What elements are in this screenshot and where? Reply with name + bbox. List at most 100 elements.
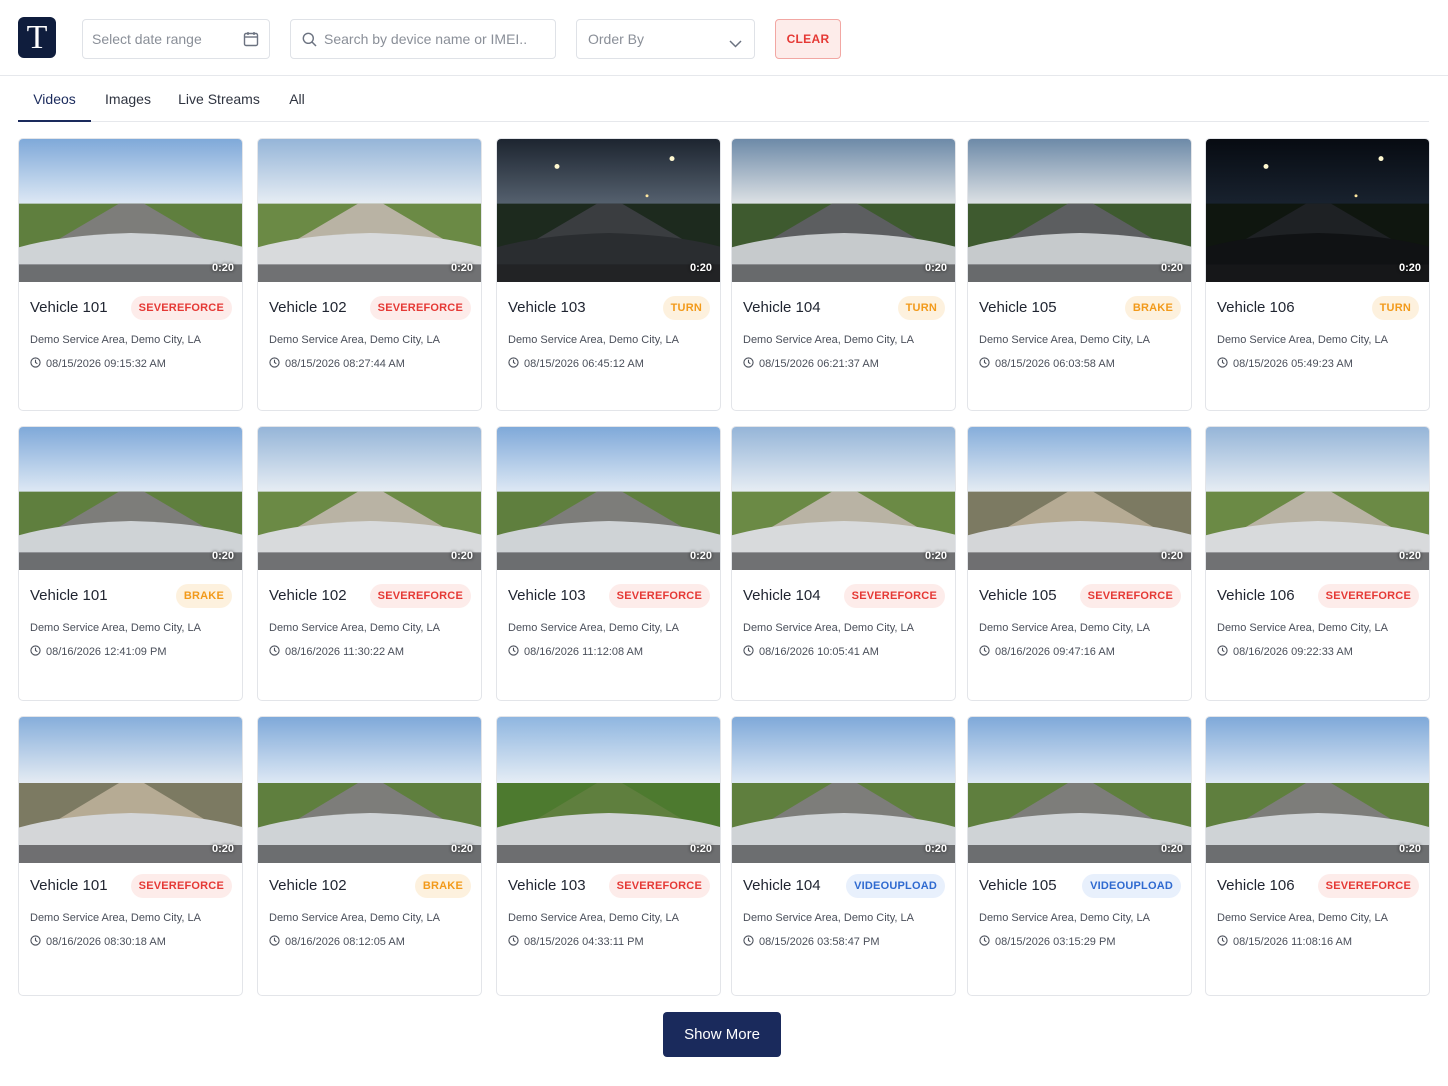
vehicle-name: Vehicle 104: [743, 299, 821, 316]
timestamp: 08/15/2026 06:21:37 AM: [743, 357, 879, 371]
location-text: Demo Service Area, Demo City, LA: [743, 334, 914, 346]
vehicle-name: Vehicle 101: [30, 587, 108, 604]
calendar-icon[interactable]: [243, 31, 259, 50]
vehicle-name: Vehicle 103: [508, 299, 586, 316]
video-card[interactable]: 0:20 Vehicle 106 TURN Demo Service Area, De…: [1205, 138, 1430, 411]
event-type-badge: SEVEREFORCE: [369, 296, 471, 320]
video-thumbnail[interactable]: 0:20: [19, 717, 242, 863]
show-more-button[interactable]: Show More: [663, 1012, 781, 1057]
timestamp-text: 08/15/2026 11:08:16 AM: [1233, 936, 1353, 948]
event-type-badge: BRAKE: [1124, 296, 1181, 320]
timestamp: 08/15/2026 11:08:16 AM: [1217, 935, 1352, 949]
video-card[interactable]: 0:20 Vehicle 105 SEVEREFORCE Demo Service A…: [967, 426, 1192, 701]
video-card[interactable]: 0:20 Vehicle 106 SEVEREFORCE Demo Service A…: [1205, 716, 1430, 996]
video-duration: 0:20: [1398, 843, 1421, 855]
video-card[interactable]: 0:20 Vehicle 106 SEVEREFORCE Demo Service A…: [1205, 426, 1430, 701]
video-card[interactable]: 0:20 Vehicle 101 SEVEREFORCE Demo Service A…: [18, 138, 243, 411]
vehicle-name: Vehicle 104: [743, 587, 821, 604]
video-thumbnail[interactable]: 0:20: [732, 139, 955, 282]
vehicle-name: Vehicle 101: [30, 877, 108, 894]
clock-icon: [508, 645, 524, 659]
video-card[interactable]: 0:20 Vehicle 102 SEVEREFORCE Demo Service A…: [257, 138, 482, 411]
event-type-badge: VIDEOUPLOAD: [846, 874, 945, 898]
clock-icon: [743, 645, 759, 659]
event-type-badge: SEVEREFORCE: [1079, 584, 1181, 608]
vehicle-name: Vehicle 102: [269, 299, 347, 316]
timestamp-text: 08/15/2026 03:58:47 PM: [759, 936, 880, 948]
video-thumbnail[interactable]: 0:20: [1206, 717, 1429, 863]
timestamp-text: 08/15/2026 06:21:37 AM: [759, 358, 879, 370]
event-type-badge: SEVEREFORCE: [608, 874, 710, 898]
vehicle-name: Vehicle 101: [30, 299, 108, 316]
video-thumbnail[interactable]: 0:20: [258, 139, 481, 282]
date-range-picker[interactable]: [82, 19, 270, 59]
video-duration: 0:20: [211, 843, 234, 855]
timestamp: 08/16/2026 08:12:05 AM: [269, 935, 405, 949]
clock-icon: [1217, 645, 1233, 659]
video-card[interactable]: 0:20 Vehicle 101 BRAKE Demo Service Area, D…: [18, 426, 243, 701]
timestamp: 08/15/2026 03:58:47 PM: [743, 935, 879, 949]
location-text: Demo Service Area, Demo City, LA: [269, 334, 440, 346]
order-by-select[interactable]: Order By: [576, 19, 755, 59]
video-card[interactable]: 0:20 Vehicle 105 BRAKE Demo Service Area, D…: [967, 138, 1192, 411]
tab-videos[interactable]: Videos: [18, 78, 91, 122]
video-thumbnail[interactable]: 0:20: [732, 427, 955, 570]
search-input[interactable]: [324, 20, 555, 58]
timestamp-text: 08/15/2026 09:15:32 AM: [46, 358, 166, 370]
video-thumbnail[interactable]: 0:20: [258, 717, 481, 863]
video-thumbnail[interactable]: 0:20: [497, 717, 720, 863]
video-card[interactable]: 0:20 Vehicle 105 VIDEOUPLOAD Demo Service A…: [967, 716, 1192, 996]
timestamp-text: 08/15/2026 08:27:44 AM: [285, 358, 405, 370]
timestamp-text: 08/16/2026 09:47:16 AM: [995, 646, 1115, 658]
timestamp-text: 08/16/2026 08:12:05 AM: [285, 936, 405, 948]
event-type-badge: VIDEOUPLOAD: [1082, 874, 1181, 898]
timestamp: 08/15/2026 06:03:58 AM: [979, 357, 1115, 371]
tab-all[interactable]: All: [281, 78, 313, 122]
video-thumbnail[interactable]: 0:20: [497, 139, 720, 282]
timestamp: 08/15/2026 08:27:44 AM: [269, 357, 405, 371]
video-card[interactable]: 0:20 Vehicle 101 SEVEREFORCE Demo Service A…: [18, 716, 243, 996]
tab-live-streams[interactable]: Live Streams: [172, 78, 266, 122]
video-duration: 0:20: [450, 843, 473, 855]
video-thumbnail[interactable]: 0:20: [1206, 427, 1429, 570]
video-duration: 0:20: [924, 843, 947, 855]
video-card[interactable]: 0:20 Vehicle 103 TURN Demo Service Area, De…: [496, 138, 721, 411]
event-type-badge: SEVEREFORCE: [369, 584, 471, 608]
video-card[interactable]: 0:20 Vehicle 102 BRAKE Demo Service Area, D…: [257, 716, 482, 996]
video-thumbnail[interactable]: 0:20: [258, 427, 481, 570]
video-thumbnail[interactable]: 0:20: [968, 427, 1191, 570]
clear-button[interactable]: CLEAR: [775, 19, 841, 59]
timestamp-text: 08/16/2026 09:22:33 AM: [1233, 646, 1353, 658]
video-card[interactable]: 0:20 Vehicle 104 VIDEOUPLOAD Demo Service A…: [731, 716, 956, 996]
video-duration: 0:20: [450, 262, 473, 274]
tab-images[interactable]: Images: [98, 78, 158, 122]
video-card[interactable]: 0:20 Vehicle 104 TURN Demo Service Area, De…: [731, 138, 956, 411]
video-card[interactable]: 0:20 Vehicle 103 SEVEREFORCE Demo Service A…: [496, 716, 721, 996]
clock-icon: [979, 935, 995, 949]
chevron-down-icon: [729, 35, 742, 51]
video-duration: 0:20: [689, 550, 712, 562]
vehicle-name: Vehicle 103: [508, 587, 586, 604]
event-type-badge: SEVEREFORCE: [130, 874, 232, 898]
timestamp-text: 08/15/2026 04:33:11 PM: [524, 936, 644, 948]
video-card[interactable]: 0:20 Vehicle 103 SEVEREFORCE Demo Service A…: [496, 426, 721, 701]
video-card[interactable]: 0:20 Vehicle 104 SEVEREFORCE Demo Service A…: [731, 426, 956, 701]
timestamp: 08/16/2026 11:12:08 AM: [508, 645, 643, 659]
timestamp-text: 08/15/2026 06:45:12 AM: [524, 358, 644, 370]
event-type-badge: SEVEREFORCE: [843, 584, 945, 608]
video-thumbnail[interactable]: 0:20: [19, 427, 242, 570]
video-thumbnail[interactable]: 0:20: [968, 717, 1191, 863]
video-thumbnail[interactable]: 0:20: [19, 139, 242, 282]
app-logo[interactable]: T: [18, 17, 56, 58]
clock-icon: [269, 935, 285, 949]
device-search[interactable]: [290, 19, 556, 59]
search-icon: [302, 32, 317, 50]
video-card[interactable]: 0:20 Vehicle 102 SEVEREFORCE Demo Service A…: [257, 426, 482, 701]
video-duration: 0:20: [1398, 262, 1421, 274]
location-text: Demo Service Area, Demo City, LA: [508, 622, 679, 634]
video-thumbnail[interactable]: 0:20: [497, 427, 720, 570]
video-thumbnail[interactable]: 0:20: [968, 139, 1191, 282]
video-thumbnail[interactable]: 0:20: [732, 717, 955, 863]
video-thumbnail[interactable]: 0:20: [1206, 139, 1429, 282]
timestamp-text: 08/15/2026 06:03:58 AM: [995, 358, 1115, 370]
